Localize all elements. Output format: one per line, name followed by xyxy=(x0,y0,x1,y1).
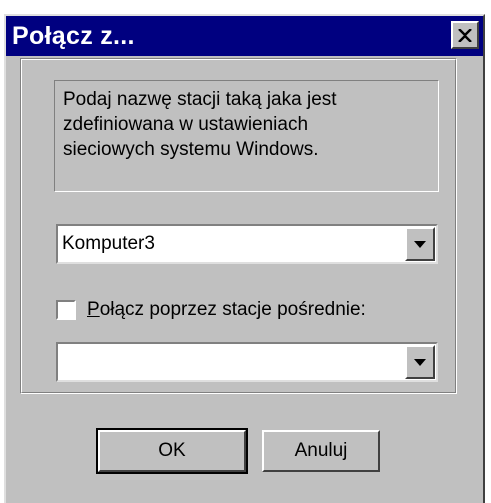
triangle-down-icon xyxy=(414,358,426,366)
via-stations-label[interactable]: Połącz poprzez stacje pośrednie: xyxy=(87,298,366,322)
close-button[interactable] xyxy=(451,21,479,49)
window-title: Połącz z... xyxy=(12,22,135,50)
via-stations-checkbox[interactable] xyxy=(56,300,76,320)
triangle-down-icon xyxy=(414,240,426,248)
cancel-button[interactable]: Anuluj xyxy=(262,430,380,472)
ok-button[interactable]: OK xyxy=(96,428,248,474)
description-line: zdefiniowana w ustawieniach xyxy=(63,114,309,135)
description-line: Podaj nazwę stacji taką jaka jest xyxy=(63,89,337,110)
close-x-icon xyxy=(458,28,472,42)
intermediate-dropdown-button[interactable] xyxy=(405,345,435,379)
via-stations-option[interactable]: Połącz poprzez stacje pośrednie: xyxy=(56,298,366,322)
station-combobox-value[interactable]: Komputer3 xyxy=(62,231,155,257)
description-text: Podaj nazwę stacji taką jaka jest zdefin… xyxy=(54,80,439,192)
description-line: sieciowych systemu Windows. xyxy=(63,139,319,160)
title-bar[interactable]: Połącz z... xyxy=(6,16,483,56)
via-stations-label-text: ołącz poprzez stacje pośrednie: xyxy=(99,299,366,320)
station-dropdown-button[interactable] xyxy=(405,227,435,261)
station-combobox[interactable]: Komputer3 xyxy=(56,224,438,264)
intermediate-combobox[interactable] xyxy=(56,342,438,382)
mnemonic-letter: P xyxy=(87,299,100,320)
